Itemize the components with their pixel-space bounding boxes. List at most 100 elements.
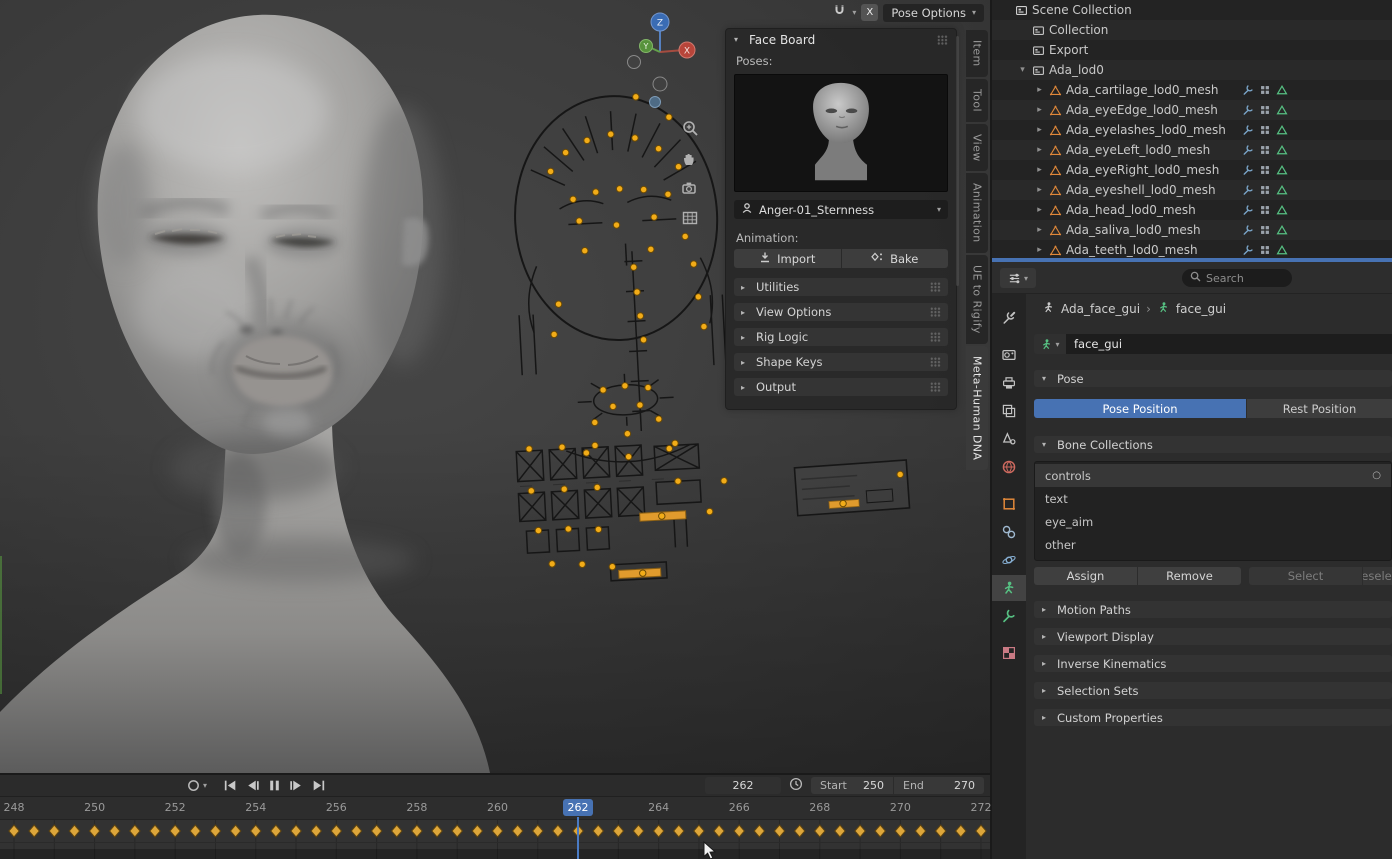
pose-preview-image[interactable] (734, 74, 948, 192)
editor-type-button[interactable]: ▾ (1000, 268, 1036, 288)
panel-viewport-display[interactable]: ▸Viewport Display (1034, 628, 1392, 645)
outliner-row[interactable]: Scene Collection (992, 0, 1392, 20)
properties-tab-tool[interactable] (992, 305, 1026, 331)
active-slider-bar[interactable] (640, 511, 686, 521)
gizmo-negative-axis[interactable] (653, 77, 667, 91)
frame-start-field[interactable]: Start250 (811, 777, 893, 794)
vertex-group-icon[interactable] (1276, 124, 1288, 136)
previous-keyframe-button[interactable] (245, 779, 260, 792)
panel-selection-sets[interactable]: ▸Selection Sets (1034, 682, 1392, 699)
expand-chevron-icon[interactable]: ▸ (1034, 185, 1045, 195)
face-board-section-view-options[interactable]: ▸View Options (734, 303, 948, 321)
gizmo-negative-axis[interactable] (628, 56, 641, 69)
expand-chevron-icon[interactable]: ▾ (1017, 65, 1028, 75)
pause-button[interactable] (267, 779, 282, 792)
bone-collections-panel-header[interactable]: ▾ Bone Collections (1034, 436, 1392, 453)
mesh-data-icon[interactable] (1259, 84, 1271, 96)
id-type-button[interactable]: ▾ (1034, 334, 1066, 354)
orthographic-grid-icon[interactable] (681, 209, 699, 227)
vertex-group-icon[interactable] (1276, 144, 1288, 156)
breadcrumb-data-name[interactable]: face_gui (1176, 302, 1226, 316)
jump-to-start-button[interactable] (223, 779, 238, 792)
current-frame-badge[interactable]: 262 (563, 799, 593, 816)
zoom-icon[interactable] (681, 119, 699, 137)
panel-drag-grip[interactable] (937, 35, 948, 45)
expand-chevron-icon[interactable]: ▸ (1034, 225, 1045, 235)
x-mirror-toggle[interactable]: X (861, 4, 878, 21)
properties-tab-output[interactable] (992, 370, 1026, 396)
active-slider-bar[interactable] (619, 568, 661, 578)
modifier-wrench-icon[interactable] (1242, 144, 1254, 156)
face-board-section-shape-keys[interactable]: ▸Shape Keys (734, 353, 948, 371)
panel-drag-grip[interactable] (930, 357, 941, 367)
vertex-group-icon[interactable] (1276, 244, 1288, 256)
timeline-editor[interactable]: ▾ 262 Start250 End270 (0, 775, 990, 859)
properties-tab-render[interactable] (992, 342, 1026, 368)
expand-chevron-icon[interactable]: ▸ (1034, 105, 1045, 115)
panel-motion-paths[interactable]: ▸Motion Paths (1034, 601, 1392, 618)
modifier-wrench-icon[interactable] (1242, 104, 1254, 116)
vertex-group-icon[interactable] (1276, 224, 1288, 236)
outliner-row[interactable]: Export (992, 40, 1392, 60)
panel-drag-grip[interactable] (930, 332, 941, 342)
snap-magnet-icon[interactable] (832, 3, 847, 22)
vertex-group-icon[interactable] (1276, 164, 1288, 176)
face-board-section-output[interactable]: ▸Output (734, 378, 948, 396)
side-tab-ue-to-rigify[interactable]: UE to Rigify (966, 255, 988, 344)
outliner-row[interactable]: ▸Ada_eyeEdge_lod0_mesh (992, 100, 1392, 120)
vertex-group-icon[interactable] (1276, 104, 1288, 116)
camera-view-icon[interactable] (681, 179, 699, 197)
outliner-row[interactable]: ▸Ada_eyelashes_lod0_mesh (992, 120, 1392, 140)
mesh-data-icon[interactable] (1259, 124, 1271, 136)
modifier-wrench-icon[interactable] (1242, 224, 1254, 236)
remove-button[interactable]: Remove (1138, 567, 1241, 585)
mesh-data-icon[interactable] (1259, 224, 1271, 236)
pose-position-button[interactable]: Pose Position (1034, 399, 1246, 418)
expand-chevron-icon[interactable]: ▸ (1034, 85, 1045, 95)
viewport-navigation-gizmo[interactable]: Z X Y (620, 6, 704, 114)
auto-keying-button[interactable]: ▾ (186, 778, 207, 793)
expand-chevron-icon[interactable]: ▸ (1034, 245, 1045, 255)
bone-collection-row[interactable]: controls○ (1035, 464, 1391, 487)
pan-hand-icon[interactable] (681, 149, 699, 167)
side-tab-animation[interactable]: Animation (966, 173, 988, 253)
side-tab-tool[interactable]: Tool (966, 79, 988, 122)
mesh-data-icon[interactable] (1259, 144, 1271, 156)
mesh-data-icon[interactable] (1259, 104, 1271, 116)
properties-tab-texture[interactable] (992, 640, 1026, 666)
modifier-wrench-icon[interactable] (1242, 164, 1254, 176)
outliner-row[interactable]: ▸Ada_cartilage_lod0_mesh (992, 80, 1392, 100)
breadcrumb-object-name[interactable]: Ada_face_gui (1061, 302, 1140, 316)
pose-options-dropdown[interactable]: Pose Options▾ (883, 4, 984, 22)
properties-tab-object[interactable] (992, 491, 1026, 517)
properties-tab-scene[interactable] (992, 426, 1026, 452)
properties-tab-object-data[interactable] (992, 575, 1026, 601)
name-input[interactable]: face_gui (1066, 334, 1392, 354)
panel-scrollbar[interactable] (956, 36, 959, 286)
expand-chevron-icon[interactable]: ▸ (1034, 125, 1045, 135)
clock-icon[interactable] (789, 776, 803, 795)
outliner-row[interactable]: ▾Ada_lod0 (992, 60, 1392, 80)
bone-collections-list[interactable]: controls○texteye_aimother (1034, 461, 1392, 561)
mesh-data-icon[interactable] (1259, 244, 1271, 256)
data-name-field[interactable]: ▾ face_gui (1034, 334, 1392, 354)
next-keyframe-button[interactable] (289, 779, 304, 792)
modifier-wrench-icon[interactable] (1242, 184, 1254, 196)
face-board-section-utilities[interactable]: ▸Utilities (734, 278, 948, 296)
mesh-data-icon[interactable] (1259, 164, 1271, 176)
frame-end-field[interactable]: End270 (894, 777, 984, 794)
outliner-row[interactable]: Collection (992, 20, 1392, 40)
jump-to-end-button[interactable] (311, 779, 326, 792)
pose-panel-header[interactable]: ▾ Pose (1034, 370, 1392, 387)
keyframe-channel-area[interactable] (0, 820, 990, 859)
properties-tab-world[interactable] (992, 454, 1026, 480)
sculpted-head-model[interactable] (0, 0, 560, 773)
outliner-row[interactable]: ▸Ada_head_lod0_mesh (992, 200, 1392, 220)
modifier-wrench-icon[interactable] (1242, 124, 1254, 136)
bone-collection-row[interactable]: text (1035, 487, 1391, 510)
properties-tab-physics[interactable] (992, 547, 1026, 573)
side-tab-view[interactable]: View (966, 124, 988, 172)
panel-custom-properties[interactable]: ▸Custom Properties (1034, 709, 1392, 726)
expand-chevron-icon[interactable]: ▸ (1034, 205, 1045, 215)
outliner-row[interactable]: ▸Ada_saliva_lod0_mesh (992, 220, 1392, 240)
